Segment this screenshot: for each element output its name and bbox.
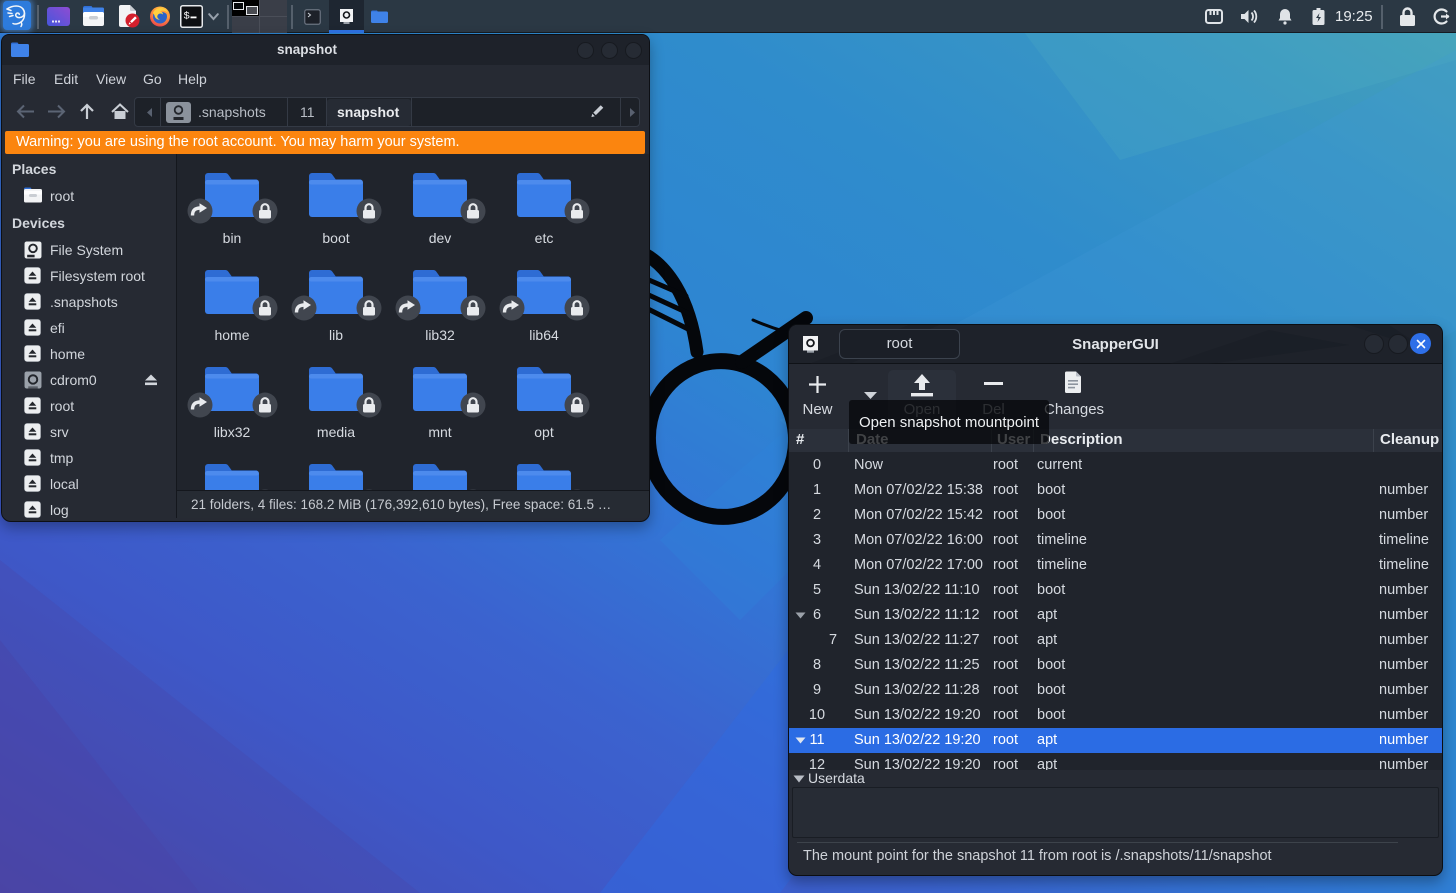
svg-text:$: $ [184,11,190,23]
